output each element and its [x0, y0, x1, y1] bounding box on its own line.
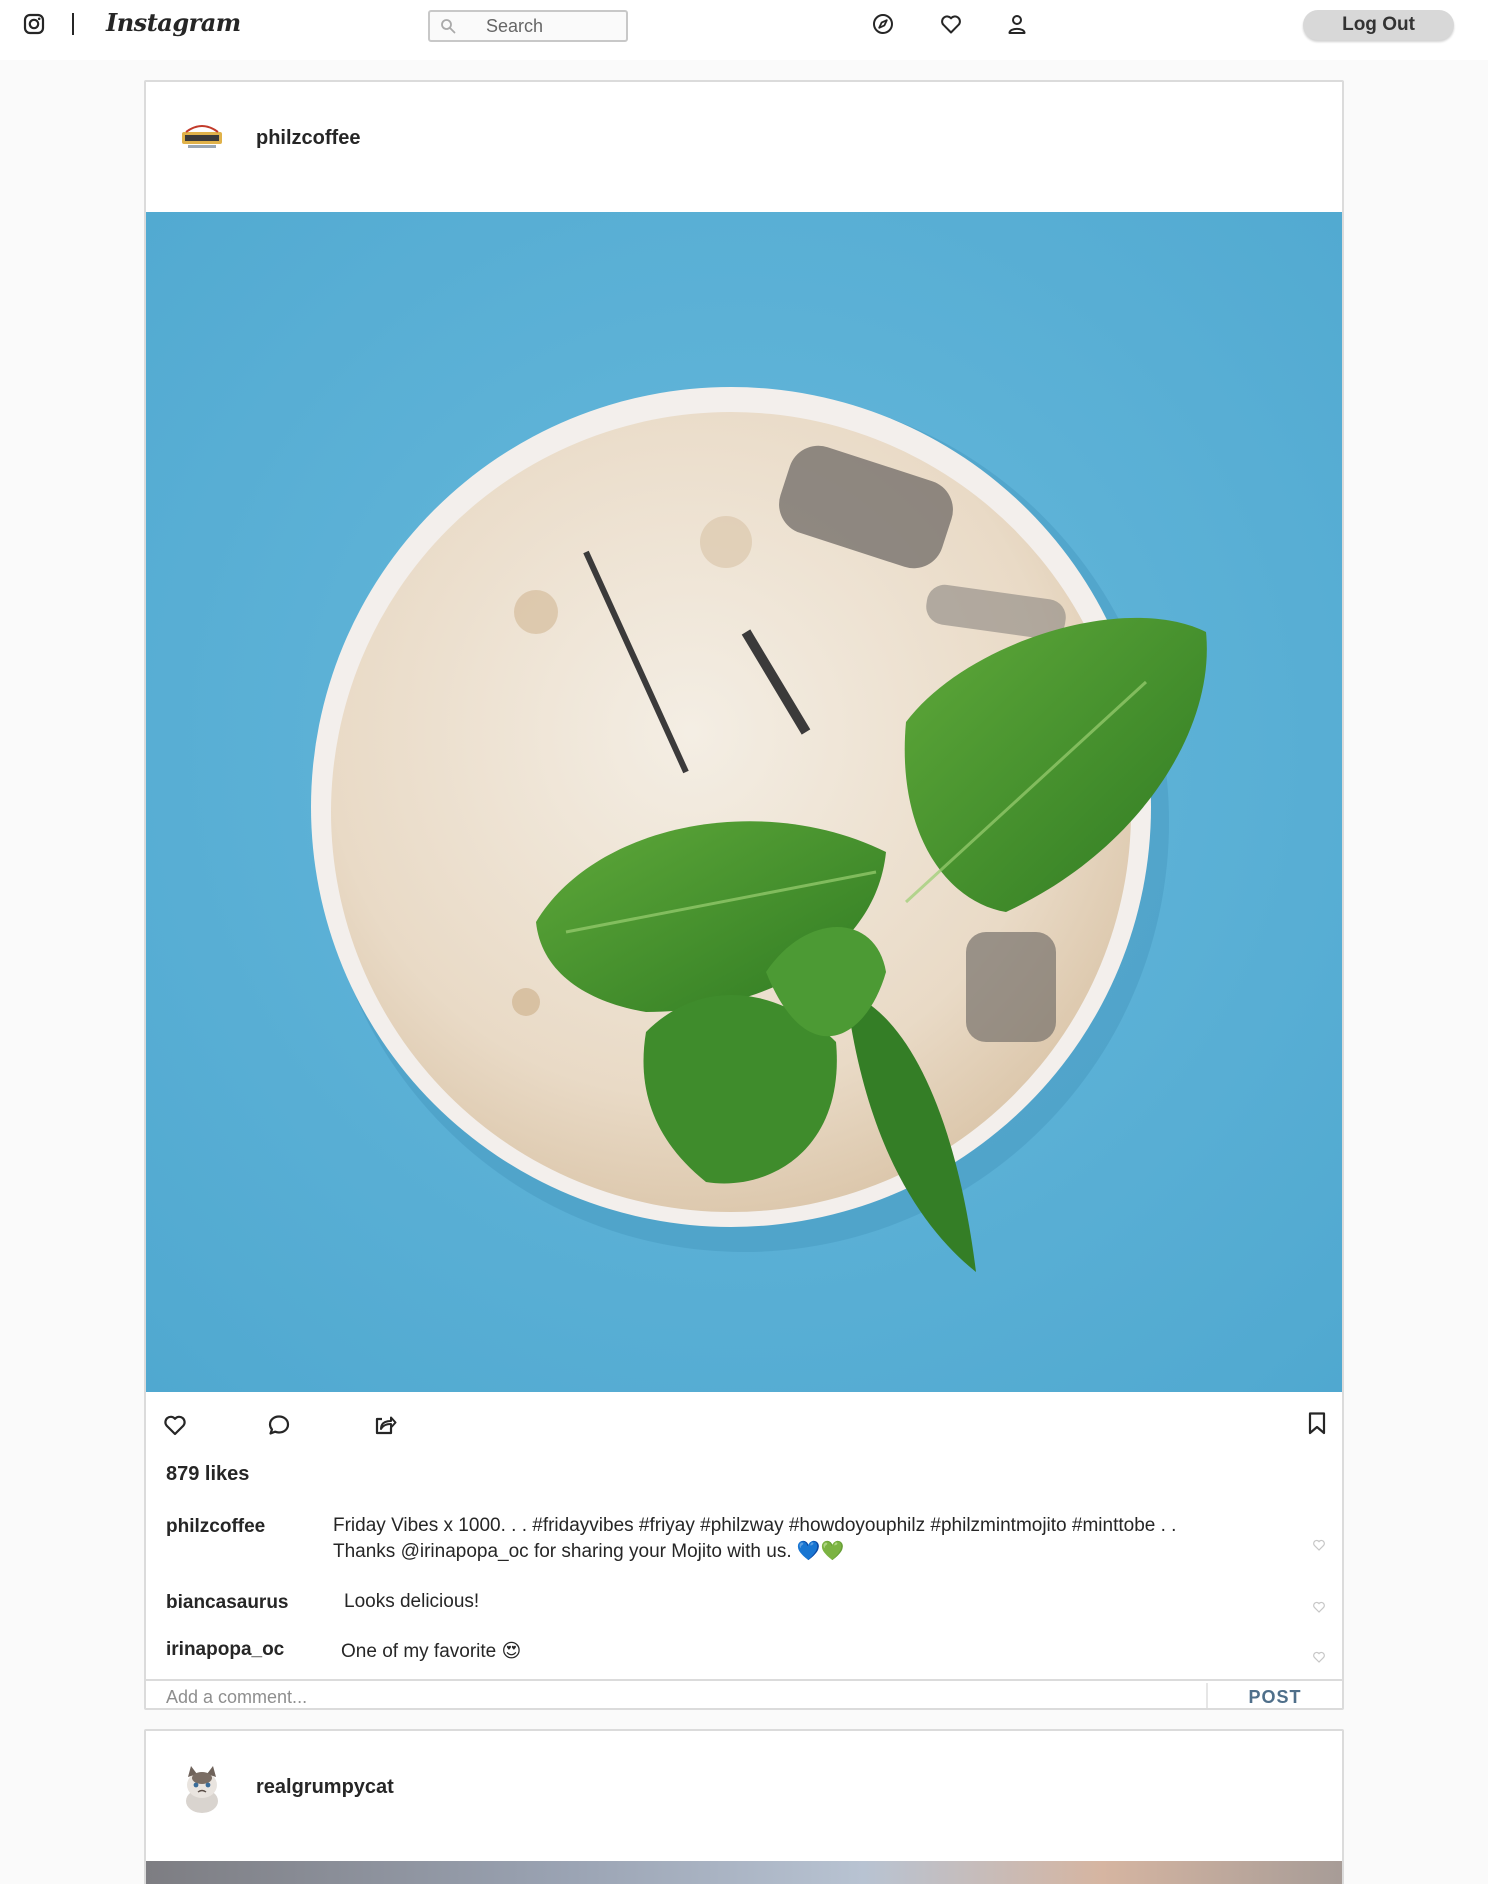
post-username[interactable]: philzcoffee: [256, 127, 360, 150]
comment-text: Looks delicious!: [344, 1591, 480, 1612]
heart-icon[interactable]: [939, 12, 963, 36]
avatar[interactable]: [176, 112, 228, 164]
post-image[interactable]: [146, 1861, 1342, 1884]
post-header: realgrumpycat: [146, 1731, 1342, 1861]
logout-button[interactable]: Log Out: [1303, 10, 1454, 40]
compass-icon[interactable]: [871, 12, 895, 36]
like-count: 879 likes: [166, 1463, 250, 1485]
comment-username[interactable]: biancasaurus: [166, 1592, 289, 1614]
user-icon[interactable]: [1005, 12, 1029, 36]
comment-text: One of my favorite 😍: [341, 1641, 522, 1662]
like-icon[interactable]: [162, 1412, 188, 1438]
comment-input[interactable]: [166, 1685, 1166, 1708]
comment-like-icon[interactable]: [1312, 1600, 1326, 1614]
comment-like-icon[interactable]: [1312, 1538, 1326, 1552]
post-header: philzcoffee: [146, 82, 1342, 212]
instagram-logo[interactable]: Instagram: [106, 8, 241, 37]
share-icon[interactable]: [372, 1412, 398, 1438]
search-box[interactable]: [428, 10, 628, 42]
post-image[interactable]: [146, 212, 1342, 1392]
add-comment-bar: POST: [146, 1679, 1342, 1708]
comment-text-line: Friday Vibes x 1000. . . #fridayvibes #f…: [333, 1515, 1177, 1536]
camera-icon[interactable]: [22, 12, 46, 36]
post-card: philzcoffee 879 likes philzcoffee Friday…: [144, 80, 1344, 1710]
post-username[interactable]: realgrumpycat: [256, 1776, 394, 1799]
avatar[interactable]: [176, 1761, 228, 1813]
comment-icon[interactable]: [266, 1412, 292, 1438]
comment-username[interactable]: irinapopa_oc: [166, 1639, 284, 1661]
post-comment-button[interactable]: POST: [1206, 1683, 1342, 1708]
top-nav: Instagram Log Out: [0, 0, 1488, 60]
search-icon: [441, 19, 456, 34]
comment-text-line: Thanks @irinapopa_oc for sharing your Mo…: [333, 1541, 845, 1562]
nav-divider: [72, 13, 74, 35]
bookmark-icon[interactable]: [1304, 1410, 1330, 1436]
post-actions: [146, 1392, 1342, 1452]
comment-username[interactable]: philzcoffee: [166, 1516, 265, 1538]
search-input[interactable]: [486, 16, 622, 36]
post-card: realgrumpycat: [144, 1729, 1344, 1884]
comment-like-icon[interactable]: [1312, 1650, 1326, 1664]
comment-text: Friday Vibes x 1000. . . #fridayvibes #f…: [333, 1513, 1176, 1565]
